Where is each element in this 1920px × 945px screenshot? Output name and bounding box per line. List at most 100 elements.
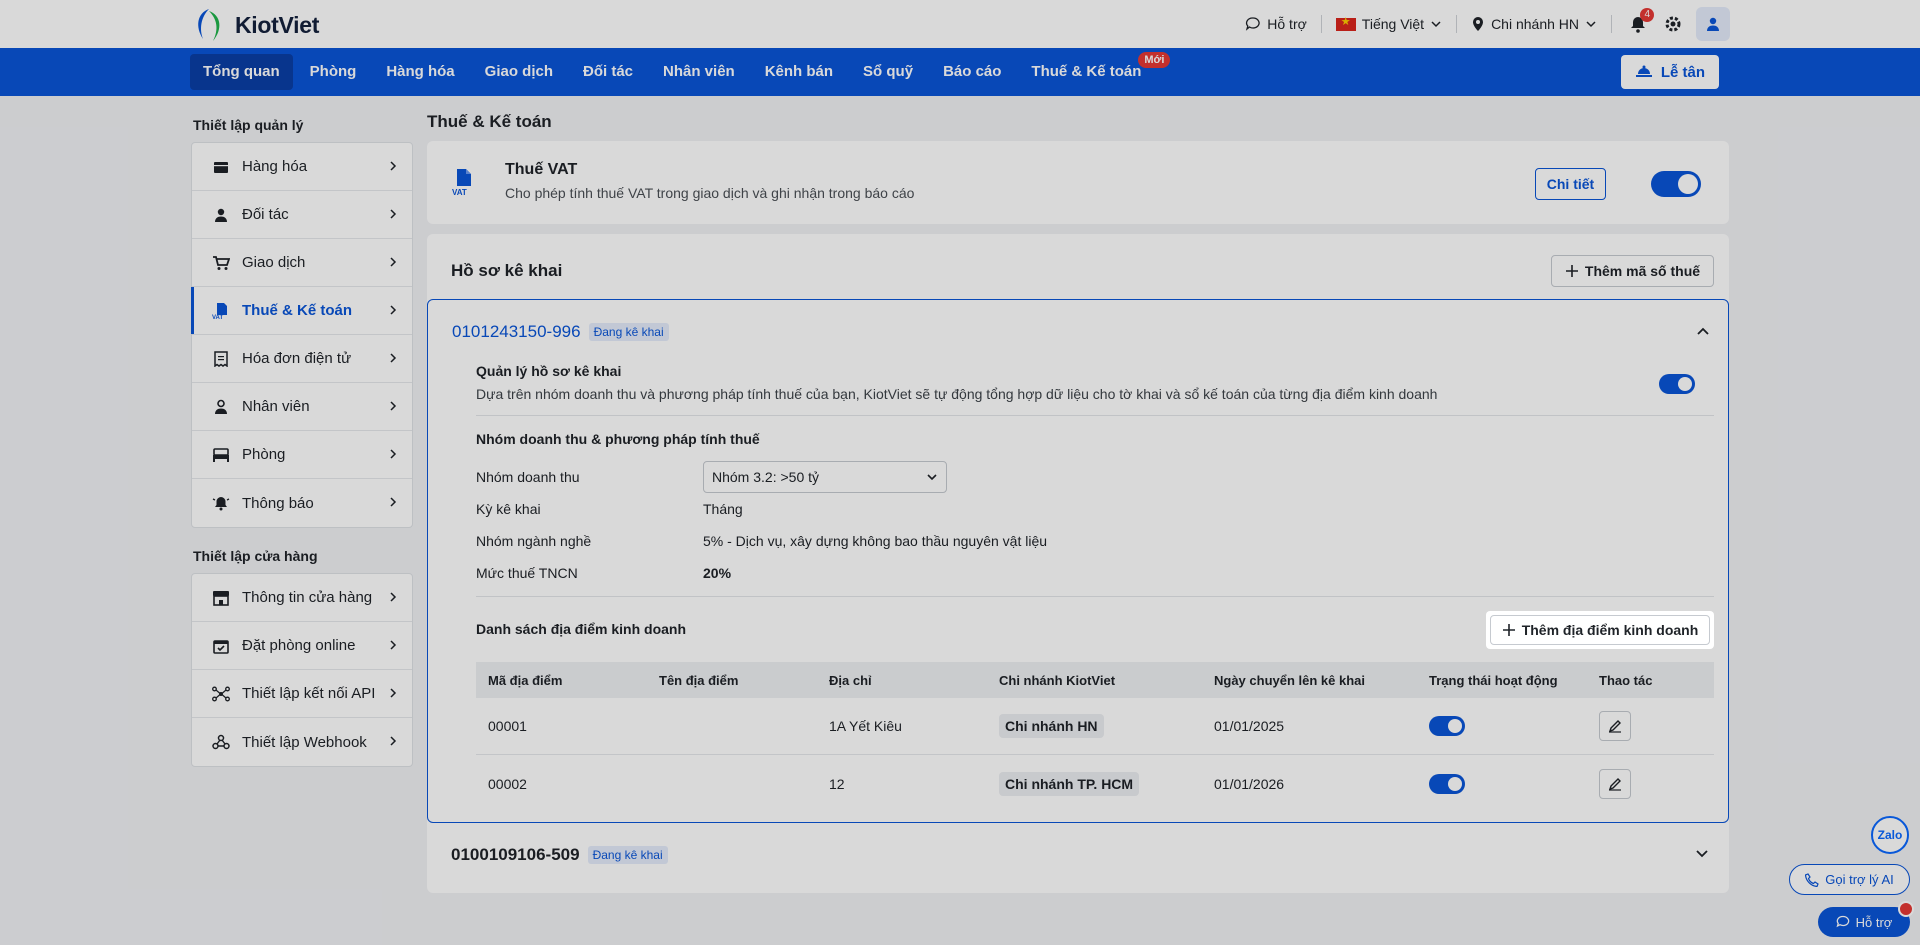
sidebar-item-rooms[interactable]: Phòng bbox=[192, 431, 412, 479]
add-location-button[interactable]: Thêm địa điểm kinh doanh bbox=[1490, 615, 1710, 645]
chevron-down-icon bbox=[1586, 21, 1596, 28]
sidebar-item-label: Hóa đơn điện tử bbox=[242, 350, 352, 367]
sidebar-item-webhook[interactable]: Thiết lập Webhook bbox=[192, 718, 412, 766]
location-address: 1A Yết Kiêu bbox=[829, 718, 902, 734]
period-label: Kỳ kê khai bbox=[476, 501, 541, 517]
declaration-profile-expanded: 0101243150-996 Đang kê khai Quản lý hồ s… bbox=[427, 299, 1729, 823]
column-header: Trạng thái hoạt động bbox=[1429, 672, 1558, 688]
profile-header[interactable]: 0101243150-996 Đang kê khai bbox=[452, 322, 669, 342]
branch-tag: Chi nhánh TP. HCM bbox=[999, 771, 1140, 796]
location-code: 00002 bbox=[488, 775, 527, 792]
location-active-toggle[interactable] bbox=[1429, 773, 1465, 794]
nav-item-cashbook[interactable]: Sổ quỹ bbox=[850, 54, 926, 90]
sidebar-item-partners[interactable]: Đối tác bbox=[192, 191, 412, 239]
industry-value: 5% - Dịch vụ, xây dựng không bao thầu ng… bbox=[703, 533, 1048, 549]
nav-item-goods[interactable]: Hàng hóa bbox=[373, 54, 467, 90]
chevron-right-icon bbox=[390, 640, 397, 650]
chevron-right-icon bbox=[390, 401, 397, 411]
vietnam-flag-icon bbox=[1335, 15, 1356, 31]
sidebar-item-notifications[interactable]: Thông báo bbox=[192, 479, 412, 527]
notifications-button[interactable]: 4 bbox=[1626, 8, 1654, 36]
location-active-toggle[interactable] bbox=[1429, 716, 1465, 736]
divider bbox=[476, 415, 1714, 416]
logo[interactable]: KiotViet bbox=[191, 7, 319, 43]
chevron-right-icon bbox=[390, 592, 397, 602]
nav-item-rooms[interactable]: Phòng bbox=[297, 54, 370, 90]
manage-profile-toggle[interactable] bbox=[1659, 374, 1695, 394]
help-notification-dot bbox=[1898, 901, 1914, 917]
ai-assistant-label: Gọi trợ lý AI bbox=[1825, 872, 1894, 887]
chevron-right-icon bbox=[390, 353, 397, 363]
profile-collapsed-header[interactable]: 0100109106-509 Đang kê khai bbox=[451, 845, 668, 865]
help-link[interactable]: Hỗ trợ bbox=[1245, 16, 1307, 32]
add-tax-code-button[interactable]: Thêm mã số thuế bbox=[1551, 255, 1714, 287]
top-bar: KiotViet Hỗ trợ Tiếng Việt Chi nhánh HN … bbox=[0, 0, 1920, 48]
sidebar-item-label: Nhân viên bbox=[242, 398, 310, 415]
column-header: Ngày chuyển lên kê khai bbox=[1214, 672, 1366, 688]
zalo-button[interactable]: Zalo bbox=[1871, 816, 1909, 854]
ai-assistant-button[interactable]: Gọi trợ lý AI bbox=[1789, 864, 1910, 895]
nav-item-reports[interactable]: Báo cáo bbox=[930, 54, 1014, 90]
table-header: Mã địa điểm Tên địa điểm Địa chỉ Chi nhá… bbox=[476, 662, 1714, 698]
chevron-right-icon bbox=[390, 688, 397, 698]
branch-select[interactable]: Chi nhánh HN bbox=[1471, 16, 1597, 32]
nav-item-overview[interactable]: Tổng quan bbox=[190, 54, 293, 90]
sidebar-item-goods[interactable]: Hàng hóa bbox=[192, 143, 412, 191]
user-icon bbox=[212, 206, 230, 224]
tax-code: 0101243150-996 bbox=[452, 322, 581, 341]
sidebar-item-staff[interactable]: Nhân viên bbox=[192, 383, 412, 431]
chevron-right-icon bbox=[390, 736, 397, 746]
chevron-down-icon[interactable] bbox=[1695, 849, 1709, 859]
add-location-label: Thêm địa điểm kinh doanh bbox=[1521, 622, 1699, 638]
vat-toggle[interactable] bbox=[1651, 171, 1701, 197]
column-header: Chi nhánh KiotViet bbox=[999, 672, 1116, 688]
chevron-up-icon[interactable] bbox=[1696, 326, 1710, 336]
sidebar-item-label: Thiết lập kết nối API bbox=[242, 685, 376, 702]
table-row: 00001 1A Yết Kiêu Chi nhánh HN 01/01/202… bbox=[476, 698, 1714, 755]
reception-button[interactable]: Lễ tân bbox=[1620, 55, 1719, 89]
sidebar-item-api[interactable]: Thiết lập kết nối API bbox=[192, 670, 412, 718]
status-badge: Đang kê khai bbox=[588, 323, 669, 341]
language-select[interactable]: Tiếng Việt bbox=[1335, 15, 1442, 32]
revenue-group-select[interactable]: Nhóm 3.2: >50 tỷ bbox=[703, 461, 947, 493]
divider bbox=[1456, 15, 1458, 33]
avatar[interactable] bbox=[1696, 7, 1730, 41]
pit-value: 20% bbox=[703, 565, 732, 581]
sidebar-item-label: Đối tác bbox=[242, 206, 289, 223]
vat-title: Thuế VAT bbox=[505, 161, 578, 178]
settings-button[interactable] bbox=[1664, 15, 1682, 33]
bell-icon bbox=[212, 494, 230, 512]
sidebar-item-label: Đặt phòng online bbox=[242, 637, 356, 654]
nav-item-partners[interactable]: Đối tác bbox=[570, 54, 646, 90]
tax-code: 0100109106-509 bbox=[451, 845, 580, 864]
nav-item-transactions[interactable]: Giao dịch bbox=[472, 54, 566, 90]
location-code: 00001 bbox=[488, 718, 527, 734]
sidebar-section-management: Thiết lập quản lý bbox=[193, 117, 304, 133]
locations-title: Danh sách địa điểm kinh doanh bbox=[476, 621, 687, 637]
help-chat-button[interactable]: Hỗ trợ bbox=[1818, 901, 1914, 937]
vat-detail-button[interactable]: Chi tiết bbox=[1535, 168, 1606, 200]
nav-item-sales-channels[interactable]: Kênh bán bbox=[752, 54, 846, 90]
sidebar-item-e-invoice[interactable]: Hóa đơn điện tử bbox=[192, 335, 412, 383]
chevron-right-icon bbox=[390, 209, 397, 219]
manage-profile-title: Quản lý hồ sơ kê khai bbox=[476, 363, 622, 379]
sidebar-item-transactions[interactable]: Giao dịch bbox=[192, 239, 412, 287]
cart-icon bbox=[212, 254, 230, 272]
edit-button[interactable] bbox=[1599, 768, 1631, 799]
staff-icon bbox=[212, 398, 230, 416]
language-label: Tiếng Việt bbox=[1361, 16, 1425, 32]
box-icon bbox=[212, 158, 230, 176]
location-address: 12 bbox=[829, 775, 845, 792]
divider bbox=[476, 596, 1714, 597]
sidebar-item-store-info[interactable]: Thông tin cửa hàng bbox=[192, 574, 412, 622]
kiotviet-logo-icon bbox=[191, 7, 227, 43]
sidebar-item-tax-accounting[interactable]: VAT Thuế & Kế toán bbox=[191, 287, 412, 335]
edit-button[interactable] bbox=[1599, 711, 1631, 741]
nav-item-staff[interactable]: Nhân viên bbox=[650, 54, 748, 90]
status-badge: Đang kê khai bbox=[587, 846, 668, 864]
sidebar-item-label: Thuế & Kế toán bbox=[242, 302, 353, 319]
sidebar-item-online-booking[interactable]: Đặt phòng online bbox=[192, 622, 412, 670]
sidebar-section-store: Thiết lập cửa hàng bbox=[193, 548, 318, 564]
nav-item-tax-accounting[interactable]: Thuế & Kế toán Mới bbox=[1018, 52, 1171, 90]
webhook-icon bbox=[212, 733, 230, 751]
